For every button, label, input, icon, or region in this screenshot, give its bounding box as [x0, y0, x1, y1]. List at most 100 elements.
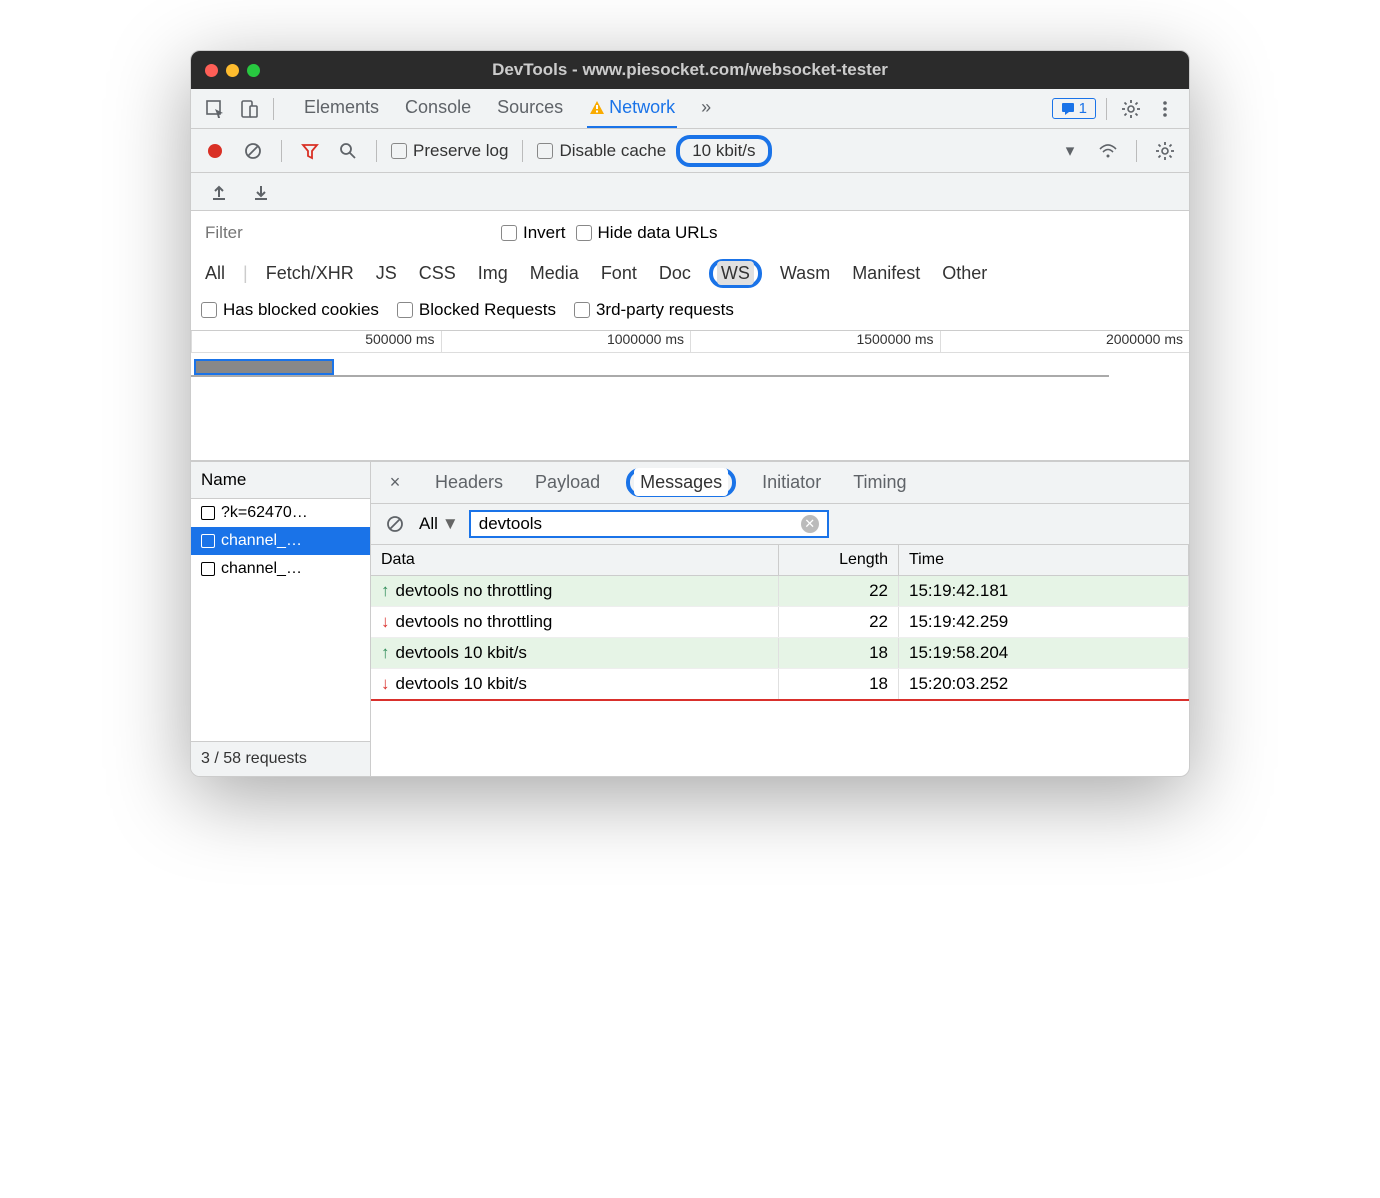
requests-footer: 3 / 58 requests — [191, 741, 370, 776]
tab-network[interactable]: Network — [587, 89, 677, 128]
tab-console[interactable]: Console — [403, 89, 473, 128]
col-length[interactable]: Length — [779, 545, 899, 575]
settings-icon[interactable] — [1117, 95, 1145, 123]
extra-filters: Has blocked cookies Blocked Requests 3rd… — [191, 296, 1189, 331]
file-icon — [201, 534, 215, 548]
file-icon — [201, 562, 215, 576]
divider — [281, 140, 282, 162]
tab-elements[interactable]: Elements — [302, 89, 381, 128]
network-toolbar: Preserve log Disable cache 10 kbit/s ▾ — [191, 129, 1189, 173]
kebab-icon[interactable] — [1151, 95, 1179, 123]
close-detail-icon[interactable]: × — [381, 469, 409, 497]
col-time[interactable]: Time — [899, 545, 1189, 575]
titlebar: DevTools - www.piesocket.com/websocket-t… — [191, 51, 1189, 89]
gear-icon[interactable] — [1151, 137, 1179, 165]
hide-data-urls-checkbox[interactable]: Hide data URLs — [576, 223, 718, 243]
blocked-cookies-checkbox[interactable]: Has blocked cookies — [201, 300, 379, 320]
clear-icon[interactable] — [239, 137, 267, 165]
clear-messages-icon[interactable] — [381, 510, 409, 538]
requests-header: Name — [191, 462, 370, 499]
message-row[interactable]: ↑devtools no throttling 22 15:19:42.181 — [371, 576, 1189, 607]
message-filter-input[interactable] — [479, 514, 801, 534]
maximize-icon[interactable] — [247, 64, 260, 77]
filter-manifest[interactable]: Manifest — [848, 261, 924, 286]
arrow-down-icon: ↓ — [381, 612, 390, 631]
timeline-body[interactable] — [191, 353, 1189, 461]
message-filter-input-wrap: ✕ — [469, 510, 829, 538]
divider — [273, 98, 274, 120]
wifi-icon[interactable] — [1094, 137, 1122, 165]
tab-headers[interactable]: Headers — [429, 468, 509, 497]
message-row[interactable]: ↑devtools 10 kbit/s 18 15:19:58.204 — [371, 638, 1189, 669]
request-row[interactable]: ?k=62470… — [191, 499, 370, 527]
panel-tabs: Elements Console Sources Network » — [302, 89, 713, 128]
third-party-checkbox[interactable]: 3rd-party requests — [574, 300, 734, 320]
window-title: DevTools - www.piesocket.com/websocket-t… — [492, 60, 888, 80]
request-row[interactable]: channel_… — [191, 527, 370, 555]
tab-messages[interactable]: Messages — [634, 468, 728, 496]
tab-sources[interactable]: Sources — [495, 89, 565, 128]
filter-img[interactable]: Img — [474, 261, 512, 286]
tab-more[interactable]: » — [699, 89, 713, 128]
devtools-window: DevTools - www.piesocket.com/websocket-t… — [190, 50, 1190, 777]
timeline-ruler: 500000 ms 1000000 ms 1500000 ms 2000000 … — [191, 331, 1189, 353]
record-icon[interactable] — [201, 137, 229, 165]
timeline-tick: 1000000 ms — [441, 331, 691, 352]
invert-checkbox[interactable]: Invert — [501, 223, 566, 243]
messages-header: Data Length Time — [371, 545, 1189, 576]
file-icon — [201, 506, 215, 520]
upload-icon[interactable] — [205, 178, 233, 206]
device-toggle-icon[interactable] — [235, 95, 263, 123]
split-pane: Name ?k=62470… channel_… channel_… 3 / 5… — [191, 462, 1189, 776]
timeline[interactable]: 500000 ms 1000000 ms 1500000 ms 2000000 … — [191, 331, 1189, 462]
divider — [522, 140, 523, 162]
filter-wasm[interactable]: Wasm — [776, 261, 834, 286]
filter-doc[interactable]: Doc — [655, 261, 695, 286]
request-row[interactable]: channel_… — [191, 555, 370, 583]
timeline-tick: 1500000 ms — [690, 331, 940, 352]
filter-bar: Invert Hide data URLs — [191, 211, 1189, 255]
timeline-tick: 2000000 ms — [940, 331, 1190, 352]
traffic-lights — [205, 64, 260, 77]
clear-filter-icon[interactable]: ✕ — [801, 515, 819, 533]
filter-icon[interactable] — [296, 137, 324, 165]
filter-other[interactable]: Other — [938, 261, 991, 286]
filter-ws[interactable]: WS — [717, 261, 754, 285]
filter-input[interactable] — [201, 219, 421, 247]
message-type-select[interactable]: All ▼ — [419, 514, 459, 534]
filter-font[interactable]: Font — [597, 261, 641, 286]
filter-css[interactable]: CSS — [415, 261, 460, 286]
download-icon[interactable] — [247, 178, 275, 206]
inspect-icon[interactable] — [201, 95, 229, 123]
arrow-up-icon: ↑ — [381, 581, 390, 600]
divider — [1106, 98, 1107, 120]
requests-list: ?k=62470… channel_… channel_… — [191, 499, 370, 741]
tab-initiator[interactable]: Initiator — [756, 468, 827, 497]
tab-messages-highlight: Messages — [626, 468, 736, 497]
close-icon[interactable] — [205, 64, 218, 77]
divider — [376, 140, 377, 162]
type-filters: All | Fetch/XHR JS CSS Img Media Font Do… — [191, 255, 1189, 296]
chat-icon — [1061, 102, 1075, 116]
throttling-select[interactable]: 10 kbit/s — [676, 135, 771, 167]
blocked-requests-checkbox[interactable]: Blocked Requests — [397, 300, 556, 320]
message-row[interactable]: ↓devtools 10 kbit/s 18 15:20:03.252 — [371, 669, 1189, 701]
message-row[interactable]: ↓devtools no throttling 22 15:19:42.259 — [371, 607, 1189, 638]
search-icon[interactable] — [334, 137, 362, 165]
messages-table: Data Length Time ↑devtools no throttling… — [371, 545, 1189, 776]
issues-badge[interactable]: 1 — [1052, 98, 1096, 119]
col-data[interactable]: Data — [371, 545, 779, 575]
preserve-log-checkbox[interactable]: Preserve log — [391, 141, 508, 161]
disable-cache-checkbox[interactable]: Disable cache — [537, 141, 666, 161]
chevron-down-icon[interactable]: ▾ — [1056, 137, 1084, 165]
warning-icon — [589, 100, 605, 116]
main-toolbar: Elements Console Sources Network » 1 — [191, 89, 1189, 129]
filter-media[interactable]: Media — [526, 261, 583, 286]
timeline-selection[interactable] — [194, 359, 334, 375]
filter-fetch[interactable]: Fetch/XHR — [262, 261, 358, 286]
filter-js[interactable]: JS — [372, 261, 401, 286]
tab-payload[interactable]: Payload — [529, 468, 606, 497]
tab-timing[interactable]: Timing — [847, 468, 912, 497]
minimize-icon[interactable] — [226, 64, 239, 77]
filter-all[interactable]: All — [201, 261, 229, 286]
